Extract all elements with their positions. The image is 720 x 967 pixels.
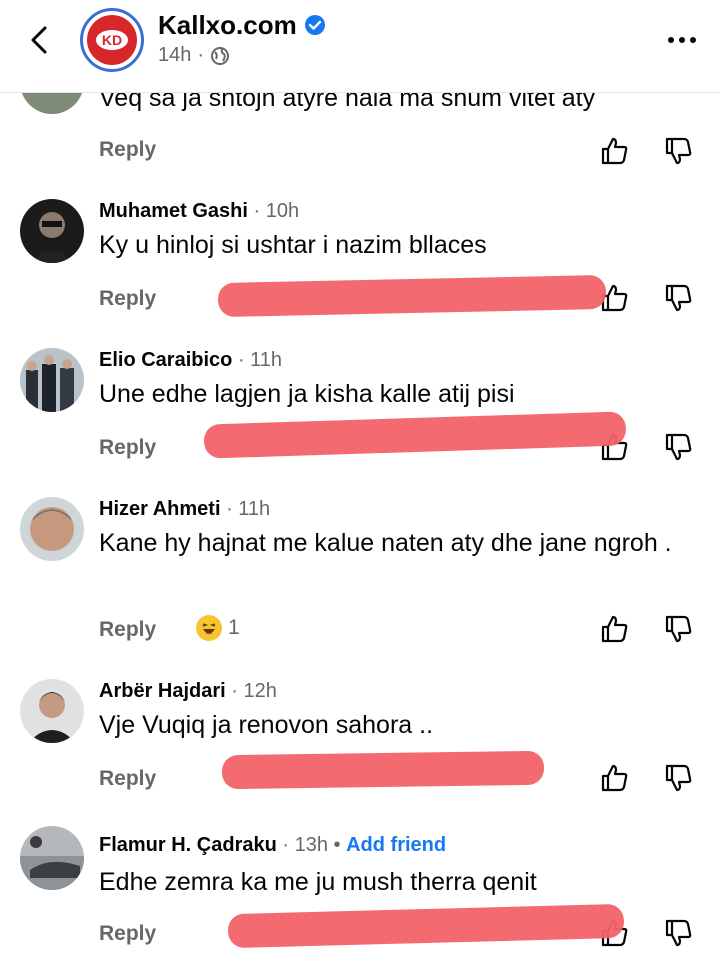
add-friend-button[interactable]: Add friend <box>346 834 446 856</box>
haha-reaction-icon <box>196 615 222 641</box>
dislike-icon[interactable] <box>664 283 694 313</box>
avatar[interactable] <box>20 679 84 743</box>
avatar[interactable] <box>20 199 84 263</box>
comment-text: Ky u hinloj si ushtar i nazim bllaces <box>99 231 487 259</box>
comment-text: Une edhe lagjen ja kisha kalle atij pisi <box>99 380 515 408</box>
dislike-icon[interactable] <box>664 763 694 793</box>
reply-button[interactable]: Reply <box>99 436 156 460</box>
redaction-mark <box>203 411 627 459</box>
comment-author-line: Hizer Ahmeti · 11h <box>99 498 271 520</box>
comment-author-line: Muhamet Gashi · 10h <box>99 200 300 222</box>
redaction-mark <box>227 903 625 949</box>
page-name[interactable]: Kallxo.com <box>158 10 297 41</box>
avatar[interactable] <box>20 348 84 412</box>
comment-author-line: Arbër Hajdari · 12h <box>99 680 277 702</box>
comment-time[interactable]: 11h <box>250 349 282 371</box>
comment-text: Vje Vuqiq ja renovon sahora .. <box>99 711 434 739</box>
kallxo-logo: KD <box>87 15 137 65</box>
svg-text:KD: KD <box>102 32 122 48</box>
comment-author[interactable]: Arbër Hajdari <box>99 680 226 702</box>
back-arrow-icon[interactable] <box>22 22 58 58</box>
reply-button[interactable]: Reply <box>99 618 156 642</box>
like-icon[interactable] <box>600 136 630 166</box>
dislike-icon[interactable] <box>664 136 694 166</box>
dislike-icon[interactable] <box>664 432 694 462</box>
comment-author[interactable]: Flamur H. Çadraku <box>99 834 277 856</box>
meta-separator: · <box>197 44 205 66</box>
reaction-summary[interactable]: 1 <box>196 615 240 641</box>
reply-button[interactable]: Reply <box>99 287 156 311</box>
like-icon[interactable] <box>600 763 630 793</box>
verified-badge-icon <box>305 15 325 35</box>
redaction-mark <box>217 274 607 318</box>
globe-icon <box>211 46 230 65</box>
comment-time[interactable]: 10h <box>266 200 299 222</box>
reply-button[interactable]: Reply <box>99 767 156 791</box>
page-header: KD Kallxo.com 14h · <box>0 0 720 93</box>
more-options-icon[interactable] <box>666 34 698 46</box>
like-icon[interactable] <box>600 614 630 644</box>
avatar[interactable] <box>20 826 84 890</box>
dislike-icon[interactable] <box>664 918 694 948</box>
dislike-icon[interactable] <box>664 614 694 644</box>
comment-text: Edhe zemra ka me ju mush therra qenit <box>99 868 537 896</box>
page-avatar[interactable]: KD <box>80 8 144 72</box>
comment-author-line: Elio Caraibico · 11h <box>99 349 283 371</box>
avatar[interactable] <box>20 497 84 561</box>
reaction-count: 1 <box>228 616 240 639</box>
comment-time[interactable]: 12h <box>244 680 277 702</box>
comment-time[interactable]: 11h <box>238 498 270 520</box>
redaction-mark <box>221 750 545 790</box>
post-meta: 14h · <box>158 44 230 67</box>
comment-author[interactable]: Hizer Ahmeti <box>99 498 221 520</box>
post-time: 14h <box>158 44 192 66</box>
comment-author[interactable]: Elio Caraibico <box>99 349 232 371</box>
comment-author[interactable]: Muhamet Gashi <box>99 200 248 222</box>
reply-button[interactable]: Reply <box>99 922 156 946</box>
comment-time[interactable]: 13h <box>295 834 328 856</box>
comment-text: Kane hy hajnat me kalue naten aty dhe ja… <box>99 529 672 557</box>
reply-button[interactable]: Reply <box>99 138 156 162</box>
comment-author-line: Flamur H. Çadraku · 13h • Add friend <box>99 834 447 856</box>
